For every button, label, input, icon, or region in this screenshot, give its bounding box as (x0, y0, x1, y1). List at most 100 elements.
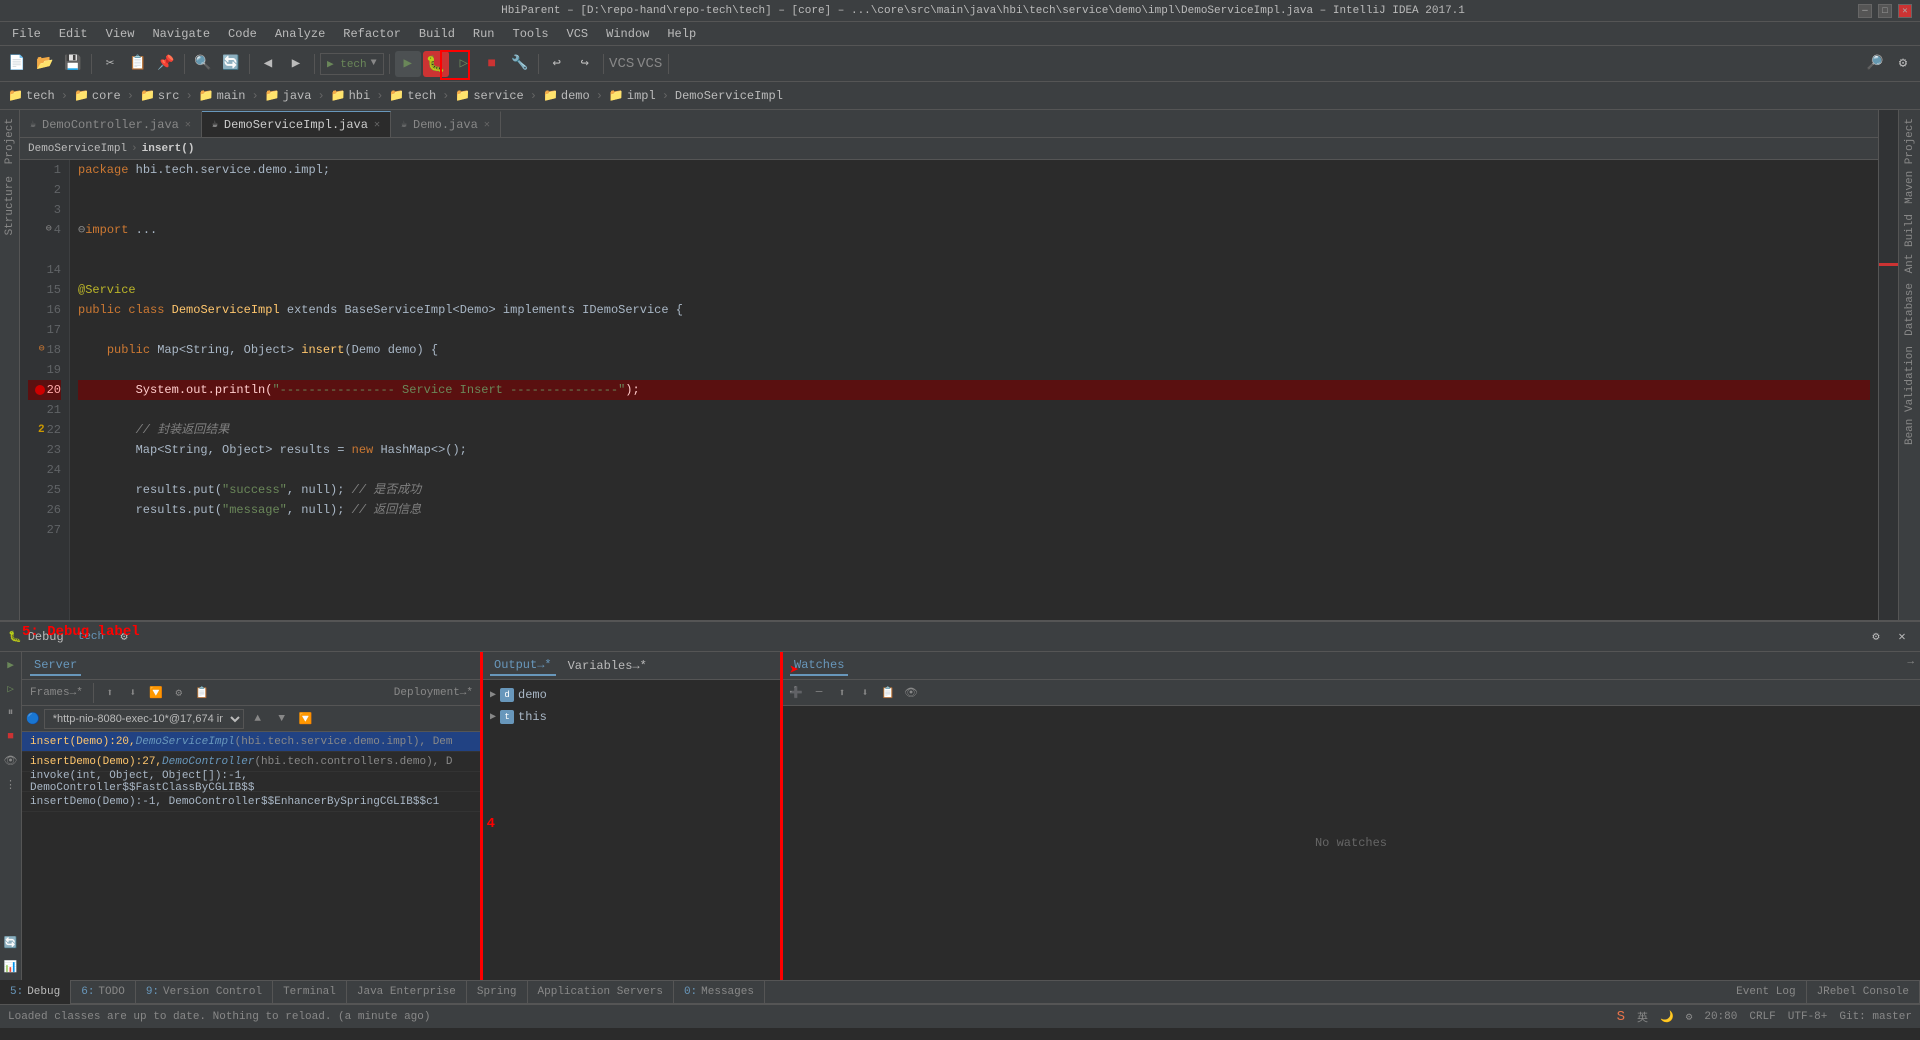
tab-close-democontroller[interactable]: ✕ (185, 119, 191, 131)
menu-file[interactable]: File (4, 25, 49, 43)
menu-help[interactable]: Help (659, 25, 704, 43)
nav-service[interactable]: 📁 service (455, 88, 523, 103)
toolbar-debug-run[interactable]: 🐛 (423, 51, 449, 77)
debug-resume-btn[interactable]: ▷ (2, 680, 20, 698)
menu-view[interactable]: View (98, 25, 143, 43)
nav-demoserviceimpl[interactable]: DemoServiceImpl (675, 89, 783, 103)
nav-hbi[interactable]: 📁 hbi (331, 88, 371, 103)
tab-close-demoserviceimpl[interactable]: ✕ (374, 119, 380, 131)
toolbar-run2[interactable]: ▷ (451, 51, 477, 77)
nav-main[interactable]: 📁 main (199, 88, 246, 103)
menu-vcs[interactable]: VCS (559, 25, 597, 43)
frame-settings-btn[interactable]: ⚙ (169, 683, 189, 703)
menu-analyze[interactable]: Analyze (267, 25, 333, 43)
nav-tech2[interactable]: 📁 tech (389, 88, 436, 103)
variables-tab[interactable]: Variables→* (564, 657, 651, 675)
menu-navigate[interactable]: Navigate (144, 25, 218, 43)
nav-tech[interactable]: 📁 tech (8, 88, 55, 103)
code-editor[interactable]: 1 2 3 ⊖4 14 15 16 17 ⊖18 19 (20, 160, 1878, 620)
toolbar-save[interactable]: 💾 (60, 51, 86, 77)
maximize-button[interactable]: □ (1878, 4, 1892, 18)
output-tab[interactable]: Output→* (490, 656, 556, 676)
tab-demoserviceimpl[interactable]: ☕ DemoServiceImpl.java ✕ (202, 111, 391, 137)
watch-remove-btn[interactable]: ─ (809, 683, 829, 703)
var-item-this[interactable]: ▶ t this (482, 706, 781, 728)
crumb-insert[interactable]: insert() (142, 143, 195, 155)
bottom-tab-java-enterprise[interactable]: Java Enterprise (347, 980, 467, 1004)
nav-impl[interactable]: 📁 impl (609, 88, 656, 103)
menu-build[interactable]: Build (411, 25, 463, 43)
toolbar-redo[interactable]: ↪ (572, 51, 598, 77)
watch-view-btn[interactable]: 👁 (901, 683, 921, 703)
tab-democontroller[interactable]: ☕ DemoController.java ✕ (20, 111, 202, 137)
debug-view-btn[interactable]: 👁 (2, 752, 20, 770)
toolbar-new[interactable]: 📄 (4, 51, 30, 77)
toolbar-find[interactable]: 🔍 (190, 51, 216, 77)
bottom-tab-messages[interactable]: 0: Messages (674, 980, 765, 1004)
debug-pause-btn[interactable]: ⏸ (2, 704, 20, 722)
status-position[interactable]: 20:80 (1704, 1011, 1737, 1023)
toolbar-stop[interactable]: ■ (479, 51, 505, 77)
tab-demo[interactable]: ☕ Demo.java ✕ (391, 111, 501, 137)
toolbar-undo[interactable]: ↩ (544, 51, 570, 77)
status-crlf[interactable]: CRLF (1749, 1011, 1775, 1023)
thread-up-btn[interactable]: ▲ (248, 709, 268, 729)
minimize-button[interactable]: ─ (1858, 4, 1872, 18)
bean-validation-tab[interactable]: Bean Validation (1902, 342, 1918, 449)
window-controls[interactable]: ─ □ ✕ (1858, 4, 1912, 18)
debug-panel-settings[interactable]: ⚙ (1866, 627, 1886, 647)
nav-demo[interactable]: 📁 demo (543, 88, 590, 103)
toolbar-replace[interactable]: 🔄 (218, 51, 244, 77)
bottom-tab-jrebel-console[interactable]: JRebel Console (1807, 980, 1920, 1004)
toolbar-settings[interactable]: ⚙ (1890, 51, 1916, 77)
thread-down-btn[interactable]: ▼ (272, 709, 292, 729)
toolbar-open[interactable]: 📂 (32, 51, 58, 77)
jrebel-btn[interactable]: 🔄 (2, 934, 20, 952)
status-git[interactable]: Git: master (1839, 1011, 1912, 1023)
thread-dropdown[interactable]: *http-nio-8080-exec-10*@17,674 in group … (44, 709, 244, 729)
tab-close-demo[interactable]: ✕ (484, 119, 490, 131)
debug-close-btn[interactable]: ✕ (1892, 627, 1912, 647)
toolbar-vcs-update[interactable]: VCS (609, 51, 635, 77)
watch-down-btn[interactable]: ⬇ (855, 683, 875, 703)
nav-java[interactable]: 📁 java (265, 88, 312, 103)
frame-copy-btn[interactable]: 📋 (192, 683, 212, 703)
bottom-tab-debug[interactable]: 5: Debug (0, 980, 71, 1004)
frame-item-4[interactable]: insertDemo(Demo):-1, DemoController$$Enh… (22, 792, 481, 812)
menu-code[interactable]: Code (220, 25, 265, 43)
code-content[interactable]: package hbi.tech.service.demo.impl; ⊖ im… (70, 160, 1878, 620)
status-encoding[interactable]: UTF-8+ (1788, 1011, 1828, 1023)
toolbar-attach[interactable]: 🔧 (507, 51, 533, 77)
toolbar-vcs-commit[interactable]: VCS (637, 51, 663, 77)
toolbar-paste[interactable]: 📌 (153, 51, 179, 77)
watch-copy-btn[interactable]: 📋 (878, 683, 898, 703)
watch-up-btn[interactable]: ⬆ (832, 683, 852, 703)
nav-core[interactable]: 📁 core (74, 88, 121, 103)
debug-stop-btn[interactable]: ■ (2, 728, 20, 746)
crumb-demoserviceimpl[interactable]: DemoServiceImpl (28, 143, 127, 155)
server-tab[interactable]: Server (30, 656, 81, 676)
maven-project-tab[interactable]: Maven Project (1902, 114, 1918, 208)
var-item-demo[interactable]: ▶ d demo (482, 684, 781, 706)
bottom-tab-event-log[interactable]: Event Log (1726, 980, 1806, 1004)
art-build-tab[interactable]: Ant Build (1902, 210, 1918, 277)
toolbar-forward[interactable]: ▶ (283, 51, 309, 77)
toolbar-run[interactable]: ▶ (395, 51, 421, 77)
run-config[interactable]: ▶ tech ▼ (320, 53, 384, 75)
menu-run[interactable]: Run (465, 25, 503, 43)
toolbar-copy[interactable]: 📋 (125, 51, 151, 77)
debug-more-btn[interactable]: ⋮ (2, 776, 20, 794)
toolbar-cut[interactable]: ✂ (97, 51, 123, 77)
structure-panel-btn[interactable]: Structure (2, 172, 18, 239)
frame-up-btn[interactable]: ⬆ (100, 683, 120, 703)
frame-item-1[interactable]: insert(Demo):20, DemoServiceImpl (hbi.te… (22, 732, 481, 752)
frame-item-3[interactable]: invoke(int, Object, Object[]):-1, DemoCo… (22, 772, 481, 792)
menu-tools[interactable]: Tools (505, 25, 557, 43)
bottom-tab-app-servers[interactable]: Application Servers (528, 980, 674, 1004)
thread-filter-btn[interactable]: 🔽 (296, 709, 316, 729)
menu-refactor[interactable]: Refactor (335, 25, 409, 43)
close-button[interactable]: ✕ (1898, 4, 1912, 18)
frame-down-btn[interactable]: ⬇ (123, 683, 143, 703)
debug-restart-btn[interactable]: ▶ (2, 656, 20, 674)
menu-window[interactable]: Window (598, 25, 657, 43)
